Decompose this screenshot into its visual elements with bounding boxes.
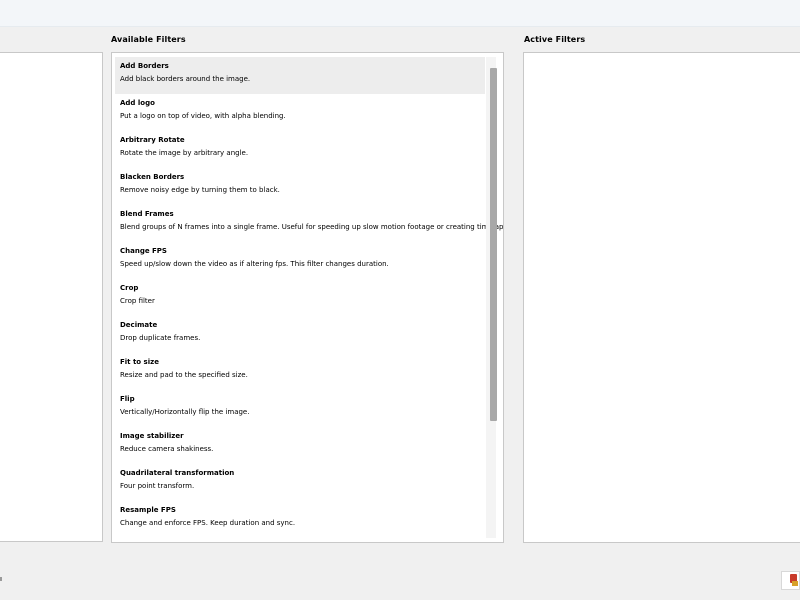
filter-name: Blend Frames [120,210,174,218]
filter-name: Image stabilizer [120,432,184,440]
filter-item[interactable]: Image stabilizer Reduce camera shakiness… [115,427,485,464]
filter-description: Reduce camera shakiness. [120,445,214,453]
available-filters-label: Available Filters [111,35,186,44]
window-top-bar [0,0,800,27]
filter-item[interactable]: Change FPS Speed up/slow down the video … [115,242,485,279]
filter-description: Put a logo on top of video, with alpha b… [120,112,286,120]
filter-name: Crop [120,284,139,292]
filter-name: Add logo [120,99,155,107]
filter-description: Crop filter [120,297,155,305]
available-filters-list[interactable]: Add Borders Add black borders around the… [111,52,504,543]
filter-item[interactable]: Add Borders Add black borders around the… [115,57,485,94]
filter-name: Fit to size [120,358,159,366]
filter-list: Add Borders Add black borders around the… [115,57,504,538]
filter-item[interactable]: Fit to size Resize and pad to the specif… [115,353,485,390]
filter-name: Quadrilateral transformation [120,469,235,477]
filter-item[interactable]: Arbitrary Rotate Rotate the image by arb… [115,131,485,168]
filter-description: Change and enforce FPS. Keep duration an… [120,519,296,527]
filter-list-scrollbar-thumb[interactable] [490,68,497,421]
filter-item[interactable]: Resample FPS Change and enforce FPS. Kee… [115,501,485,538]
filter-item[interactable]: Crop Crop filter [115,279,485,316]
filter-description: Rotate the image by arbitrary angle. [120,149,249,157]
filter-description: Four point transform. [120,482,195,490]
filter-name: Flip [120,395,135,403]
active-filters-label: Active Filters [524,35,586,44]
filter-name: Resample FPS [120,506,176,514]
filter-name: Decimate [120,321,158,329]
filter-description: Vertically/Horizontally flip the image. [120,408,250,416]
filter-item[interactable]: Quadrilateral transformation Four point … [115,464,485,501]
filter-name: Arbitrary Rotate [120,136,185,144]
filter-description: Blend groups of N frames into a single f… [120,223,504,231]
filter-description: Speed up/slow down the video as if alter… [120,260,389,268]
filter-icon-glyph-accent [792,581,798,586]
status-indicator [0,577,2,581]
filter-name: Blacken Borders [120,173,185,181]
filter-description: Resize and pad to the specified size. [120,371,248,379]
filter-item[interactable]: Blacken Borders Remove noisy edge by tur… [115,168,485,205]
filter-item[interactable]: Flip Vertically/Horizontally flip the im… [115,390,485,427]
filter-icon[interactable] [781,571,800,590]
filter-item[interactable]: Decimate Drop duplicate frames. [115,316,485,353]
filter-description: Add black borders around the image. [120,75,251,83]
active-filters-list[interactable] [523,52,800,543]
filter-category-list[interactable] [0,52,103,542]
filter-description: Remove noisy edge by turning them to bla… [120,186,280,194]
filter-description: Drop duplicate frames. [120,334,201,342]
filter-name: Add Borders [120,62,169,70]
filter-item[interactable]: Add logo Put a logo on top of video, wit… [115,94,485,131]
filter-name: Change FPS [120,247,167,255]
filter-item[interactable]: Blend Frames Blend groups of N frames in… [115,205,504,242]
